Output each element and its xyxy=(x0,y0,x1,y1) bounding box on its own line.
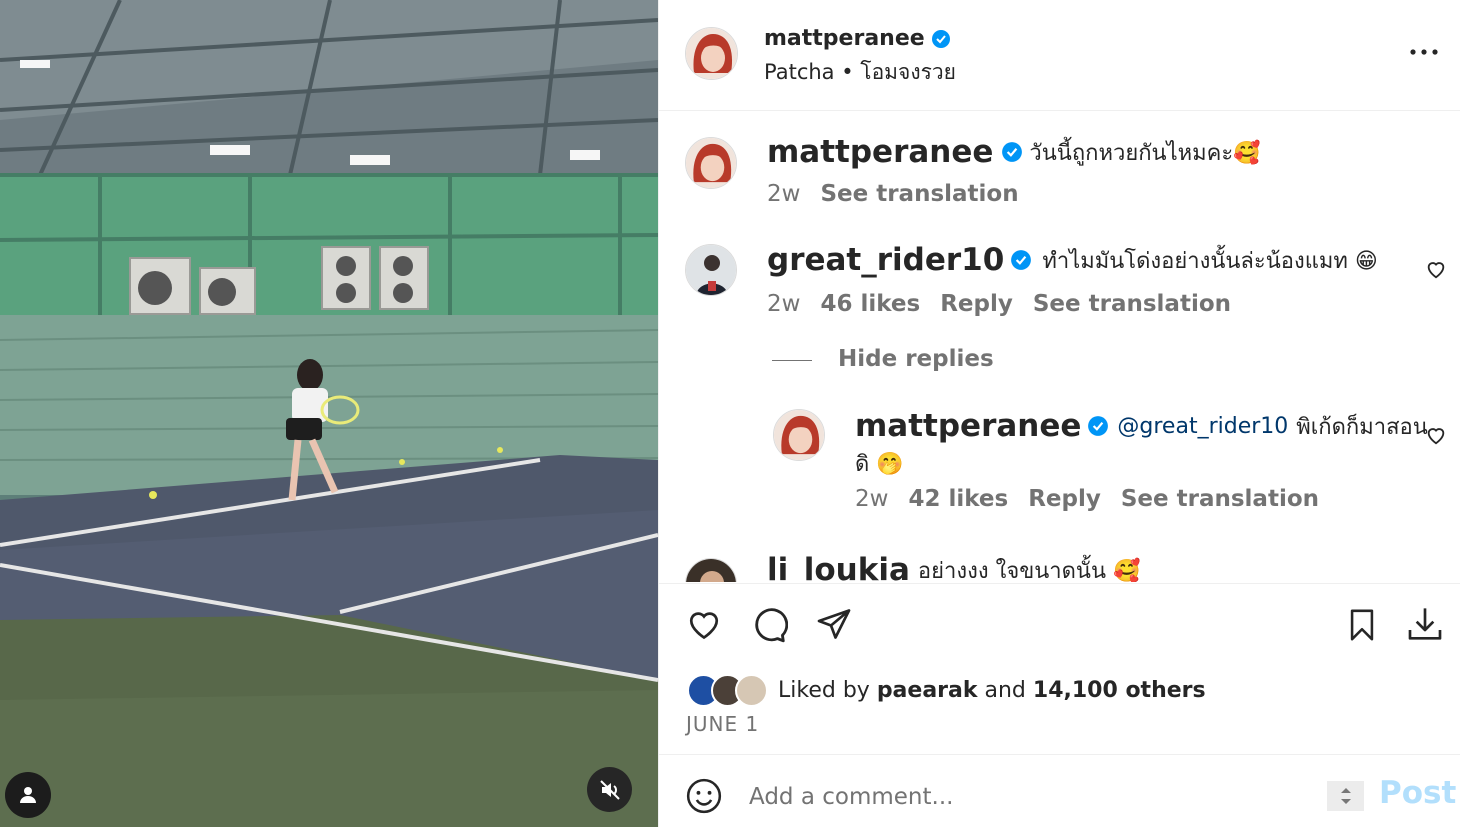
caption: mattperanee วันนี้ถูกหวยกันไหมคะ🥰 xyxy=(767,134,1261,170)
comment-username[interactable]: great_rider10 xyxy=(767,242,1004,278)
liked-by-user-link[interactable]: paearak xyxy=(877,678,978,703)
liked-by-prefix: Liked by xyxy=(778,678,870,703)
like-heart-icon[interactable] xyxy=(685,606,723,642)
video-frame-tennis-court xyxy=(0,0,658,827)
reply-likes[interactable]: 42 likes xyxy=(908,486,1008,512)
avatar-image xyxy=(774,410,824,460)
hide-replies-button[interactable]: Hide replies xyxy=(838,346,994,372)
avatar-image xyxy=(686,138,736,188)
reply: mattperanee @great_rider10 พิเก้ดก็มาสอน xyxy=(855,408,1428,444)
user-icon xyxy=(20,787,36,803)
reply-meta: 2w 42 likes Reply See translation xyxy=(855,486,1319,512)
audio-subtitle[interactable]: Patcha • โอมจงรวย xyxy=(764,56,956,89)
post-actions: Liked by paearak and 14,100 others JUNE … xyxy=(659,583,1460,753)
more-options-button[interactable] xyxy=(1409,38,1439,66)
liked-by-and: and xyxy=(984,678,1026,703)
post-video[interactable] xyxy=(0,0,658,827)
reply-time[interactable]: 2w xyxy=(855,486,888,512)
verified-badge-icon xyxy=(1088,416,1109,436)
comment-username[interactable]: li_loukia xyxy=(767,552,910,582)
more-horizontal-icon xyxy=(1410,49,1438,55)
up-down-arrows-icon xyxy=(1340,788,1351,804)
reply-mention-link[interactable]: @great_rider10 xyxy=(1117,414,1288,439)
like-comment-heart-icon[interactable] xyxy=(1425,258,1447,280)
reply-username[interactable]: mattperanee xyxy=(855,408,1081,444)
reply-text-continued: ดิ 🤭 xyxy=(855,446,904,481)
comment-cut-off: li_loukia อย่างงง ใจขนาดนั้น 🥰 xyxy=(767,552,1140,582)
see-translation-link[interactable]: See translation xyxy=(820,181,1018,207)
reply-text: พิเก้ดก็มาสอน xyxy=(1296,414,1428,440)
see-translation-link[interactable]: See translation xyxy=(1121,486,1319,512)
author-avatar[interactable] xyxy=(685,27,738,80)
replies-toggle: Hide replies xyxy=(838,346,994,372)
comment-meta: 2w 46 likes Reply See translation xyxy=(767,291,1231,317)
post-comment-button[interactable]: Post xyxy=(1379,775,1456,811)
commenter-avatar[interactable] xyxy=(685,558,737,582)
post-date[interactable]: JUNE 1 xyxy=(686,712,759,736)
instagram-post-modal: mattperanee Patcha • โอมจงรวย mattperane… xyxy=(0,0,1460,827)
reply-text-line2: ดิ 🤭 xyxy=(855,452,904,477)
caption-time[interactable]: 2w xyxy=(767,181,800,207)
textarea-resize-stepper[interactable] xyxy=(1327,781,1364,811)
comment-time[interactable]: 2w xyxy=(767,291,800,317)
comment: great_rider10 ทำไมมันโด่งอย่างนั้นล่ะน้อ… xyxy=(767,242,1378,278)
share-paper-plane-icon[interactable] xyxy=(816,606,852,642)
download-icon[interactable] xyxy=(1405,604,1445,646)
emoji-smiley-icon[interactable] xyxy=(685,777,723,815)
verified-badge-icon xyxy=(1011,250,1032,270)
reply-avatar[interactable] xyxy=(773,409,825,461)
liker-avatar xyxy=(735,674,768,707)
comment-likes[interactable]: 46 likes xyxy=(820,291,920,317)
like-reply-heart-icon[interactable] xyxy=(1425,424,1447,446)
post-side-panel: mattperanee Patcha • โอมจงรวย mattperane… xyxy=(658,0,1460,827)
verified-badge-icon xyxy=(931,29,950,48)
save-bookmark-icon[interactable] xyxy=(1345,606,1379,644)
likes-count-link[interactable]: 14,100 others xyxy=(1033,678,1206,703)
tagged-users-button[interactable] xyxy=(5,772,51,818)
caption-meta: 2w See translation xyxy=(767,181,1019,207)
unmute-button[interactable] xyxy=(587,767,632,812)
avatar-image xyxy=(686,559,736,582)
commenter-avatar[interactable] xyxy=(685,244,737,296)
caption-username[interactable]: mattperanee xyxy=(767,134,993,170)
comment-text: อย่างงง ใจขนาดนั้น 🥰 xyxy=(917,558,1141,583)
comment-text: ทำไมมันโด่งอย่างนั้นล่ะน้องแมท 😁 xyxy=(1042,248,1378,274)
verified-badge-icon xyxy=(1002,142,1023,162)
caption-avatar[interactable] xyxy=(685,137,737,189)
comment-bubble-icon[interactable] xyxy=(750,606,788,644)
liker-avatars[interactable] xyxy=(687,674,768,707)
author-username[interactable]: mattperanee xyxy=(764,26,925,51)
liked-by-summary: Liked by paearak and 14,100 others xyxy=(687,674,1206,707)
replies-divider xyxy=(772,360,812,361)
author-username-row: mattperanee xyxy=(764,26,951,51)
caption-text: วันนี้ถูกหวยกันไหมคะ🥰 xyxy=(1029,140,1261,166)
reply-button[interactable]: Reply xyxy=(1028,486,1101,512)
avatar-image xyxy=(686,28,737,79)
comments-list[interactable]: mattperanee วันนี้ถูกหวยกันไหมคะ🥰 2w See… xyxy=(659,112,1460,582)
post-header: mattperanee Patcha • โอมจงรวย xyxy=(659,0,1460,111)
comment-composer: Post xyxy=(659,754,1460,827)
avatar-image xyxy=(686,245,736,295)
reply-button[interactable]: Reply xyxy=(940,291,1013,317)
comment-input[interactable] xyxy=(749,777,1309,817)
speaker-muted-icon xyxy=(599,779,620,800)
see-translation-link[interactable]: See translation xyxy=(1033,291,1231,317)
